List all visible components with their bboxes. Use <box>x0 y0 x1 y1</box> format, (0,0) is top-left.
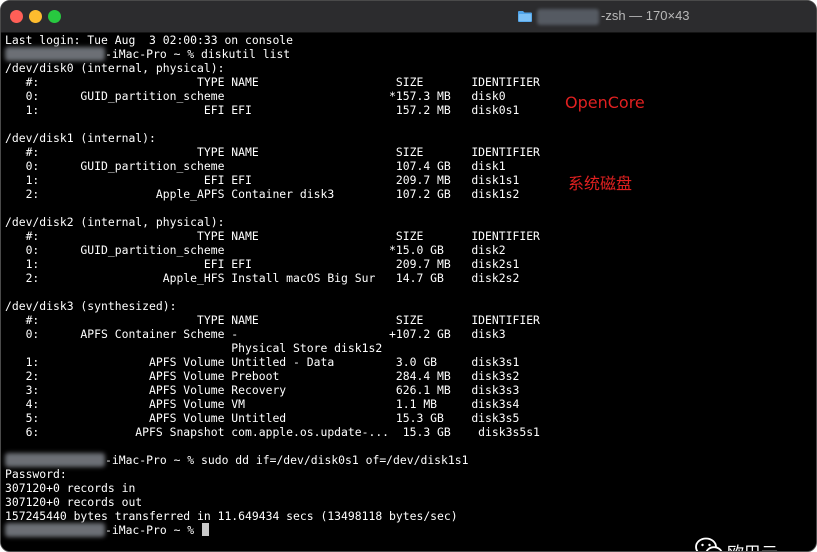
watermark: 欧巴云 <box>695 537 805 551</box>
output-line: 0: GUID_partition_scheme *157.3 MB disk0 <box>5 89 506 103</box>
output-line: 4: APFS Volume VM 1.1 MB disk3s4 <box>5 397 520 411</box>
output-line: 307120+0 records in <box>5 481 136 495</box>
output-line: 157245440 bytes transferred in 11.649434… <box>5 509 458 523</box>
output-line: 0: GUID_partition_scheme 107.4 GB disk1 <box>5 159 506 173</box>
output-line: 2: APFS Volume Preboot 284.4 MB disk3s2 <box>5 369 520 383</box>
close-button[interactable] <box>10 10 23 23</box>
output-line: /dev/disk2 (internal, physical): <box>5 215 225 229</box>
output-line: 1: EFI EFI 157.2 MB disk0s1 <box>5 103 520 117</box>
output-line: 2: Apple_APFS Container disk3 107.2 GB d… <box>5 187 520 201</box>
redacted-hostname <box>5 453 105 467</box>
watermark-text: 欧巴云 <box>727 539 778 551</box>
output-line: 2: Apple_HFS Install macOS Big Sur 14.7 … <box>5 271 520 285</box>
annotation-opencore: OpenCore <box>565 93 645 112</box>
output-line: 0: GUID_partition_scheme *15.0 GB disk2 <box>5 243 506 257</box>
redacted-username <box>537 9 599 25</box>
output-line: #: TYPE NAME SIZE IDENTIFIER <box>5 313 540 327</box>
output-line: 6: APFS Snapshot com.apple.os.update-...… <box>5 425 540 439</box>
output-line: 1: EFI EFI 209.7 MB disk1s1 <box>5 173 520 187</box>
output-line: Physical Store disk1s2 <box>5 341 383 355</box>
prompt-suffix: -iMac-Pro ~ % <box>105 453 202 467</box>
prompt-line: -iMac-Pro ~ % diskutil list <box>5 47 290 61</box>
output-line: 0: APFS Container Scheme - +107.2 GB dis… <box>5 327 506 341</box>
output-line: 1: APFS Volume Untitled - Data 3.0 GB di… <box>5 355 520 369</box>
output-line: 5: APFS Volume Untitled 15.3 GB disk3s5 <box>5 411 520 425</box>
folder-icon <box>518 11 532 22</box>
redacted-hostname <box>5 47 105 61</box>
prompt-suffix: -iMac-Pro ~ % <box>105 47 202 61</box>
command-text: sudo dd if=/dev/disk0s1 of=/dev/disk1s1 <box>201 453 469 467</box>
output-line: #: TYPE NAME SIZE IDENTIFIER <box>5 75 540 89</box>
prompt-line: -iMac-Pro ~ % sudo dd if=/dev/disk0s1 of… <box>5 453 468 467</box>
title-bar[interactable]: -zsh — 170×43 <box>1 1 816 33</box>
output-line: /dev/disk3 (synthesized): <box>5 299 177 313</box>
annotation-system-disk: 系统磁盘 <box>568 174 633 193</box>
command-text: diskutil list <box>201 47 291 61</box>
output-line: #: TYPE NAME SIZE IDENTIFIER <box>5 145 540 159</box>
terminal-window: -zsh — 170×43 Last login: Tue Aug 3 02:0… <box>0 0 817 552</box>
output-line: #: TYPE NAME SIZE IDENTIFIER <box>5 229 540 243</box>
output-line: /dev/disk1 (internal): <box>5 131 156 145</box>
output-line: 3: APFS Volume Recovery 626.1 MB disk3s3 <box>5 383 520 397</box>
login-line: Last login: Tue Aug 3 02:00:33 on consol… <box>5 33 294 47</box>
output-line: 1: EFI EFI 209.7 MB disk2s1 <box>5 257 520 271</box>
wechat-icon <box>695 537 723 551</box>
prompt-suffix: -iMac-Pro ~ % <box>105 523 202 537</box>
output-line: Password: <box>5 467 67 481</box>
output-line: 307120+0 records out <box>5 495 143 509</box>
redacted-hostname <box>5 523 105 537</box>
window-title: -zsh — 170×43 <box>601 8 690 23</box>
current-prompt-line: -iMac-Pro ~ % <box>5 523 210 537</box>
terminal-content[interactable]: Last login: Tue Aug 3 02:00:33 on consol… <box>1 33 816 551</box>
text-cursor <box>202 523 210 536</box>
output-line: /dev/disk0 (internal, physical): <box>5 61 225 75</box>
minimize-button[interactable] <box>29 10 42 23</box>
maximize-button[interactable] <box>48 10 61 23</box>
